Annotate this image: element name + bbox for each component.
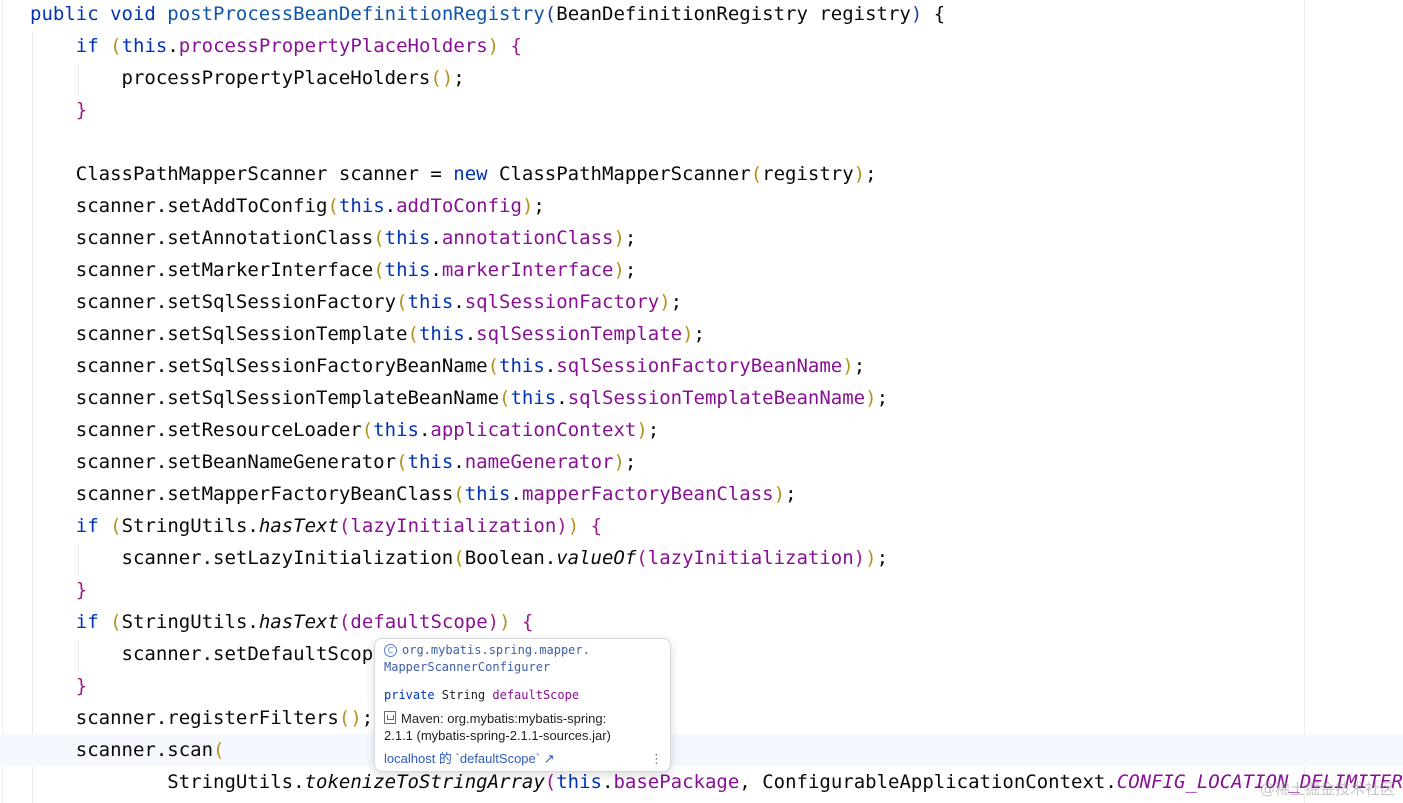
field-reference: applicationContext bbox=[430, 419, 637, 441]
keyword: public bbox=[30, 3, 99, 25]
code-line[interactable]: if (StringUtils.hasText(lazyInitializati… bbox=[0, 510, 1403, 542]
external-link-icon: ↗ bbox=[543, 751, 555, 766]
code-line[interactable]: scanner.setAnnotationClass(this.annotati… bbox=[0, 222, 1403, 254]
jar-icon bbox=[384, 711, 396, 724]
watermark: @稀土掘金技术社区 bbox=[1259, 780, 1395, 798]
code-line[interactable]: scanner.setSqlSessionFactory(this.sqlSes… bbox=[0, 286, 1403, 318]
code-line[interactable]: if (StringUtils.hasText(defaultScope)) { bbox=[0, 606, 1403, 638]
code-editor[interactable]: public void postProcessBeanDefinitionReg… bbox=[0, 0, 1403, 803]
code-line[interactable]: scanner.setResourceLoader(this.applicati… bbox=[0, 414, 1403, 446]
more-options-icon[interactable]: ⋮ bbox=[650, 752, 663, 767]
code-line[interactable]: scanner.setSqlSessionTemplateBeanName(th… bbox=[0, 382, 1403, 414]
code-line[interactable]: scanner.setSqlSessionFactoryBeanName(thi… bbox=[0, 350, 1403, 382]
popup-class-name: MapperScannerConfigurer bbox=[384, 660, 551, 674]
code-line[interactable]: public void postProcessBeanDefinitionReg… bbox=[0, 0, 1403, 30]
code-line[interactable]: processPropertyPlaceHolders(); bbox=[0, 62, 1403, 94]
field-reference: defaultScope bbox=[350, 611, 488, 633]
code-line[interactable]: } bbox=[0, 574, 1403, 606]
field-reference: sqlSessionFactory bbox=[464, 291, 660, 313]
popup-maven-line: Maven: org.mybatis:mybatis-spring: bbox=[384, 711, 606, 726]
field-reference: nameGenerator bbox=[464, 451, 614, 473]
keyword: new bbox=[453, 163, 488, 185]
code-line[interactable]: ClassPathMapperScanner scanner = new Cla… bbox=[0, 158, 1403, 190]
method-name: postProcessBeanDefinitionRegistry bbox=[155, 3, 545, 25]
code-line[interactable]: scanner.setMapperFactoryBeanClass(this.m… bbox=[0, 478, 1403, 510]
code-line[interactable]: scanner.setMarkerInterface(this.markerIn… bbox=[0, 254, 1403, 286]
field-reference: processPropertyPlaceHolders bbox=[178, 35, 488, 57]
field-reference: addToConfig bbox=[396, 195, 522, 217]
field-reference: markerInterface bbox=[441, 259, 614, 281]
class-icon: C bbox=[384, 644, 397, 657]
code-line[interactable]: scanner.setBeanNameGenerator(this.nameGe… bbox=[0, 446, 1403, 478]
field-reference: annotationClass bbox=[441, 227, 614, 249]
field-reference: sqlSessionTemplate bbox=[476, 323, 683, 345]
field-reference: mapperFactoryBeanClass bbox=[521, 483, 774, 505]
popup-maven-version: 2.1.1 (mybatis-spring-2.1.1-sources.jar) bbox=[384, 728, 611, 743]
keyword: void bbox=[110, 3, 156, 25]
keyword: if bbox=[75, 515, 99, 537]
code-line[interactable]: scanner.setSqlSessionTemplate(this.sqlSe… bbox=[0, 318, 1403, 350]
field-reference: lazyInitialization bbox=[647, 547, 854, 569]
field-reference: basePackage bbox=[613, 771, 740, 793]
keyword: if bbox=[75, 611, 99, 633]
field-reference: sqlSessionTemplateBeanName bbox=[567, 387, 866, 409]
field-reference: sqlSessionFactoryBeanName bbox=[556, 355, 843, 377]
popup-class-line: Corg.mybatis.spring.mapper. bbox=[384, 643, 590, 657]
code-line[interactable]: } bbox=[0, 94, 1403, 126]
code-line[interactable]: scanner.setLazyInitialization(Boolean.va… bbox=[0, 542, 1403, 574]
code-line[interactable]: if (this.processPropertyPlaceHolders) { bbox=[0, 30, 1403, 62]
popup-external-link[interactable]: localhost 的 `defaultScope` ↗ bbox=[384, 748, 555, 767]
field-reference: lazyInitialization bbox=[350, 515, 557, 537]
code-line[interactable]: scanner.setAddToConfig(this.addToConfig)… bbox=[0, 190, 1403, 222]
code-line[interactable]: scanner.setDefaultScope bbox=[0, 638, 1403, 670]
quick-documentation-popup[interactable]: Corg.mybatis.spring.mapper. MapperScanne… bbox=[374, 638, 671, 772]
keyword: if bbox=[75, 35, 99, 57]
code-line[interactable]: StringUtils.tokenizeToStringArray(this.b… bbox=[0, 766, 1403, 798]
code-line-current[interactable]: scanner.scan( bbox=[0, 734, 1403, 766]
code-line[interactable]: } bbox=[0, 670, 1403, 702]
code-line[interactable]: scanner.registerFilters(); bbox=[0, 702, 1403, 734]
popup-declaration: private String defaultScope bbox=[384, 688, 580, 702]
